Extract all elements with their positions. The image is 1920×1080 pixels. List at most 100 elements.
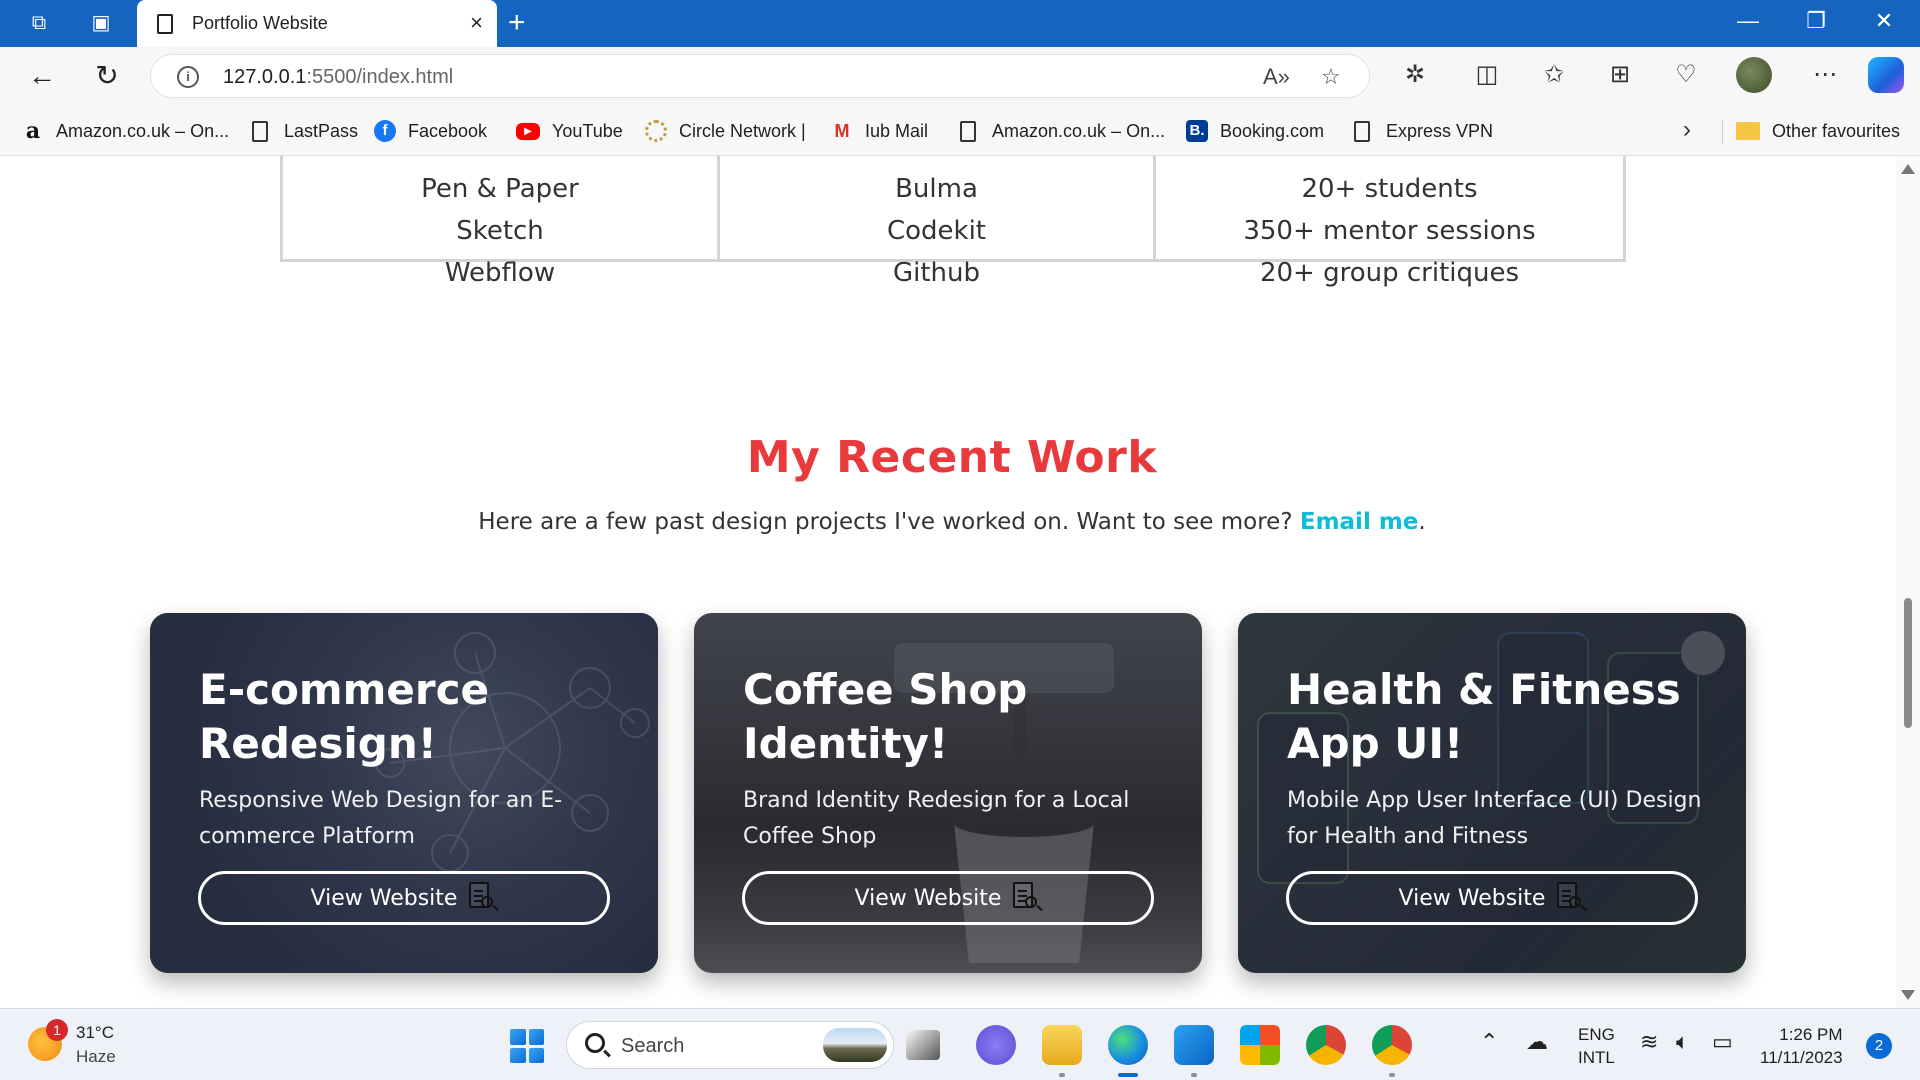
skills-column-dev-tools: Bulma Codekit Github bbox=[717, 156, 1153, 288]
fav-item-iub-mail[interactable]: M Iub Mail bbox=[831, 118, 929, 144]
project-card-fitness: Health & Fitness App UI! Mobile App User… bbox=[1238, 613, 1746, 973]
project-title: E-commerce Redesign! bbox=[199, 665, 489, 768]
other-favourites[interactable]: Other favourites bbox=[1736, 118, 1900, 144]
fav-item-amazon-1[interactable]: a Amazon.co.uk – On... bbox=[22, 118, 229, 144]
fav-item-youtube[interactable]: ▶ YouTube bbox=[516, 118, 623, 144]
scroll-down-arrow-icon[interactable] bbox=[1901, 990, 1915, 1000]
weather-badge: 1 bbox=[46, 1019, 68, 1041]
favourites-icon[interactable]: ✩ bbox=[1537, 60, 1571, 89]
task-view-icon[interactable] bbox=[906, 1030, 940, 1060]
notification-badge[interactable]: 2 bbox=[1866, 1033, 1892, 1059]
fav-item-facebook[interactable]: f Facebook bbox=[374, 118, 487, 144]
project-card-ecommerce: E-commerce Redesign! Responsive Web Desi… bbox=[150, 613, 658, 973]
facebook-icon: f bbox=[374, 120, 396, 142]
document-search-icon bbox=[469, 882, 497, 914]
chevron-right-icon[interactable]: › bbox=[1683, 116, 1691, 144]
skill-item: Codekit bbox=[886, 216, 987, 246]
skill-item: Sketch bbox=[456, 216, 544, 246]
document-icon bbox=[157, 14, 173, 34]
teams-chat-icon[interactable] bbox=[976, 1025, 1016, 1065]
tab-close-button[interactable]: × bbox=[470, 10, 483, 36]
skills-column-experience: 20+ students 350+ mentor sessions 20+ gr… bbox=[1153, 156, 1623, 288]
minimize-button[interactable]: — bbox=[1728, 8, 1768, 34]
vertical-tabs-icon[interactable]: ▣ bbox=[88, 10, 114, 36]
booking-icon: B. bbox=[1186, 120, 1208, 142]
divider bbox=[1722, 120, 1723, 144]
section-subtitle: Here are a few past design projects I've… bbox=[478, 509, 1426, 535]
taskbar-search-box[interactable]: Search bbox=[566, 1021, 894, 1069]
close-window-button[interactable]: ✕ bbox=[1864, 8, 1904, 34]
workspaces-icon[interactable]: ⧉ bbox=[26, 10, 52, 36]
back-arrow-icon[interactable]: ← bbox=[25, 61, 59, 91]
gmail-icon: M bbox=[834, 121, 850, 141]
search-placeholder: Search bbox=[621, 1035, 685, 1057]
favourite-star-icon[interactable]: ☆ bbox=[1321, 64, 1341, 90]
search-icon bbox=[585, 1033, 605, 1053]
file-explorer-icon[interactable] bbox=[1042, 1025, 1082, 1077]
skill-item: Webflow bbox=[444, 258, 556, 288]
language-indicator[interactable]: ENG INTL bbox=[1578, 1023, 1615, 1069]
onedrive-cloud-icon[interactable]: ☁ bbox=[1526, 1029, 1548, 1055]
fav-item-booking[interactable]: B. Booking.com bbox=[1186, 118, 1324, 144]
document-icon bbox=[1354, 120, 1370, 142]
battery-icon[interactable]: ▭ bbox=[1712, 1029, 1733, 1055]
windows-taskbar: 1 31°C Haze Search ⌃ ☁ ENG INTL ≋ 🔈︎ ▭ 1… bbox=[0, 1008, 1920, 1080]
read-aloud-icon[interactable]: A» bbox=[1263, 64, 1290, 90]
weather-condition[interactable]: Haze bbox=[76, 1047, 116, 1067]
more-options-icon[interactable]: ⋯ bbox=[1808, 60, 1842, 89]
url-text: 127.0.0.1:5500/index.html bbox=[223, 66, 454, 88]
folder-icon bbox=[1736, 122, 1760, 140]
fav-item-lastpass[interactable]: LastPass bbox=[252, 118, 358, 144]
tab-title: Portfolio Website bbox=[192, 13, 328, 33]
project-card-coffee: Coffee Shop Identity! Brand Identity Red… bbox=[694, 613, 1202, 973]
fav-item-amazon-2[interactable]: Amazon.co.uk – On... bbox=[960, 118, 1165, 144]
skill-item: Github bbox=[892, 258, 981, 288]
weather-temperature[interactable]: 31°C bbox=[76, 1023, 114, 1043]
new-tab-button[interactable]: + bbox=[508, 6, 526, 40]
fav-item-express-vpn[interactable]: Express VPN bbox=[1354, 118, 1493, 144]
browser-toolbar: ← ↻ i 127.0.0.1:5500/index.html A» ☆ ✲ ◫… bbox=[0, 47, 1920, 106]
skill-item: Pen & Paper bbox=[421, 174, 579, 204]
tab-portfolio-website[interactable]: Portfolio Website × bbox=[137, 0, 497, 47]
site-info-icon[interactable]: i bbox=[177, 66, 199, 88]
edge-browser-icon[interactable] bbox=[1108, 1025, 1148, 1077]
scroll-up-arrow-icon[interactable] bbox=[1901, 164, 1915, 174]
skill-item: Bulma bbox=[895, 174, 978, 204]
page-scrollbar[interactable] bbox=[1896, 156, 1920, 1008]
view-website-button[interactable]: View Website bbox=[198, 871, 610, 925]
restore-button[interactable]: ❐ bbox=[1796, 8, 1836, 34]
project-description: Brand Identity Redesign for a Local Coff… bbox=[743, 788, 1130, 849]
address-bar[interactable]: i 127.0.0.1:5500/index.html A» ☆ bbox=[150, 54, 1370, 98]
section-title: My Recent Work bbox=[746, 432, 1158, 483]
copilot-icon[interactable] bbox=[1868, 57, 1904, 93]
profile-avatar[interactable] bbox=[1736, 57, 1772, 93]
skill-item: 350+ mentor sessions bbox=[1243, 216, 1536, 246]
chrome-profile-icon[interactable] bbox=[1372, 1025, 1412, 1077]
system-clock[interactable]: 1:26 PM 11/11/2023 bbox=[1760, 1023, 1843, 1069]
volume-icon[interactable]: 🔈︎ bbox=[1676, 1029, 1689, 1055]
favourites-bar: a Amazon.co.uk – On... LastPass f Facebo… bbox=[0, 106, 1920, 156]
skills-column-tools: Pen & Paper Sketch Webflow bbox=[283, 156, 717, 288]
search-highlight-image bbox=[823, 1028, 887, 1062]
collections-icon[interactable]: ⊞ bbox=[1603, 60, 1637, 89]
vscode-icon[interactable] bbox=[1174, 1025, 1214, 1077]
extensions-icon[interactable]: ✲ bbox=[1398, 60, 1432, 89]
microsoft-store-icon[interactable] bbox=[1240, 1025, 1280, 1065]
browser-essentials-icon[interactable]: ♡ bbox=[1669, 60, 1703, 89]
refresh-icon[interactable]: ↻ bbox=[90, 61, 124, 91]
document-search-icon bbox=[1557, 882, 1585, 914]
wifi-icon[interactable]: ≋ bbox=[1640, 1029, 1658, 1055]
circle-network-icon bbox=[645, 120, 667, 142]
email-me-link[interactable]: Email me bbox=[1300, 509, 1419, 535]
chrome-icon[interactable] bbox=[1306, 1025, 1346, 1065]
fav-item-circle-network[interactable]: Circle Network | bbox=[645, 118, 806, 144]
scrollbar-thumb[interactable] bbox=[1904, 598, 1912, 728]
view-website-button[interactable]: View Website bbox=[1286, 871, 1698, 925]
split-screen-icon[interactable]: ◫ bbox=[1470, 60, 1504, 89]
view-website-button[interactable]: View Website bbox=[742, 871, 1154, 925]
project-title: Coffee Shop Identity! bbox=[743, 665, 1028, 768]
project-title: Health & Fitness App UI! bbox=[1287, 665, 1681, 768]
windows-start-icon[interactable] bbox=[510, 1029, 544, 1063]
project-description: Responsive Web Design for an E-commerce … bbox=[199, 788, 563, 849]
chevron-up-icon[interactable]: ⌃ bbox=[1480, 1029, 1498, 1055]
